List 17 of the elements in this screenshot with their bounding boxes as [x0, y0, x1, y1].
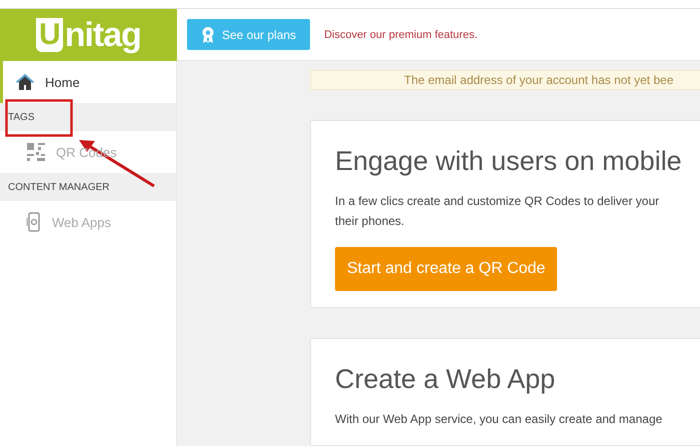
logo: U nitag [0, 9, 177, 61]
card-title: Create a Web App [335, 364, 556, 395]
notice-banner: The email address of your account has not yet bee [310, 70, 700, 90]
card-title: Engage with users on mobile [335, 146, 682, 177]
qr-code-icon [26, 142, 46, 162]
card-text: With our Web App service, you can easily create and manage [335, 411, 662, 428]
annotation-box [5, 99, 73, 137]
sidebar-item[interactable]: Web Apps [0, 201, 176, 243]
card-text: In a few clics create and customize QR Codes to deliver your their phones. [335, 193, 660, 230]
home-icon [15, 72, 35, 92]
create-qr-button[interactable]: Start and create a QR Code [335, 247, 558, 291]
section-header: TAGS [0, 103, 176, 131]
section-header: CONTENT MANAGER [0, 173, 176, 201]
promo-text: Discover our premium features. [324, 28, 478, 40]
award-icon [201, 26, 215, 44]
see-plans-button[interactable]: See our plans [187, 19, 310, 50]
phone-icon [26, 212, 42, 232]
